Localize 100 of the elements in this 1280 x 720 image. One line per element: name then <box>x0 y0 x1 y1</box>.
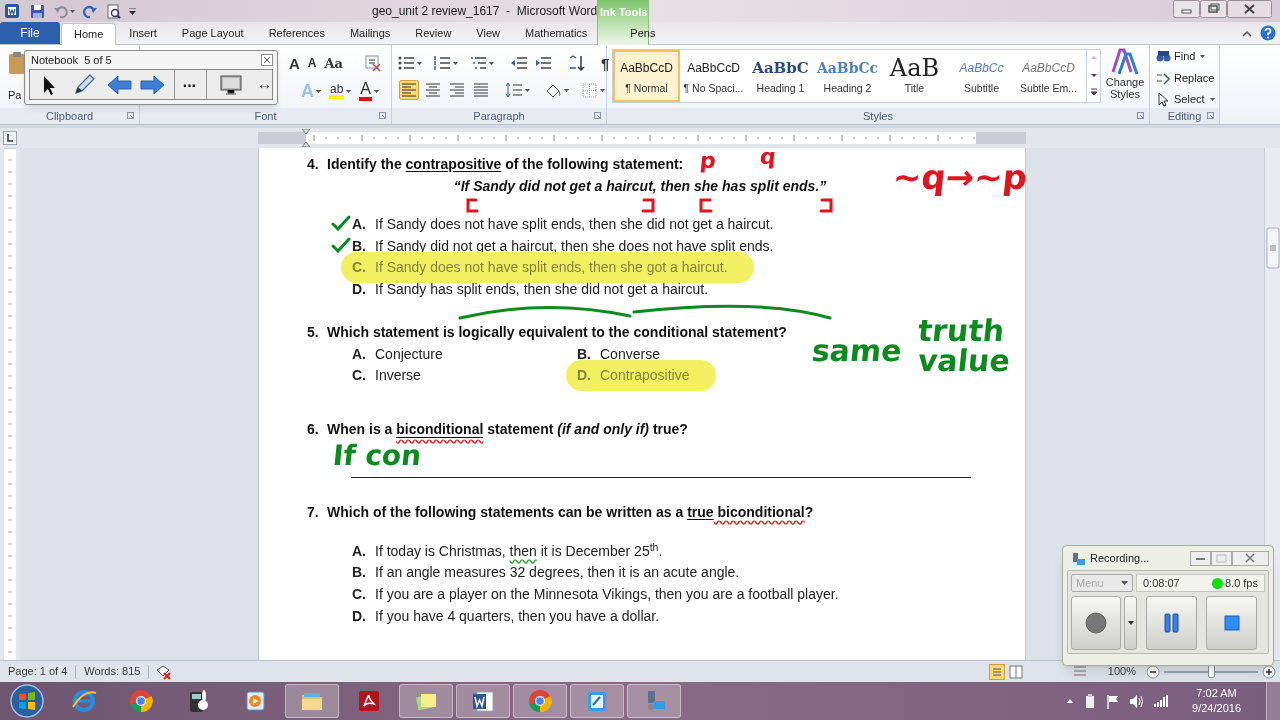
caret-icon[interactable] <box>70 9 75 13</box>
style-gallery-item[interactable]: AaB Title <box>881 50 948 102</box>
style-gallery-item[interactable]: AaBbCc Subtitle <box>948 50 1015 102</box>
word-count[interactable]: Words: 815 <box>76 663 149 680</box>
redo-icon[interactable] <box>83 3 98 19</box>
align-center-button[interactable] <box>423 80 443 100</box>
grow-font-button[interactable]: A <box>288 55 300 71</box>
caret-icon[interactable] <box>417 61 422 65</box>
highlight-button[interactable]: ab <box>328 83 345 99</box>
pause-button[interactable] <box>1146 596 1197 650</box>
dialog-launcher-icon[interactable] <box>379 112 387 120</box>
save-icon[interactable] <box>30 3 45 19</box>
group-label: Clipboard <box>45 108 94 124</box>
help-icon[interactable] <box>1260 25 1276 41</box>
volume-icon[interactable] <box>1129 693 1145 709</box>
collapse-ribbon-icon[interactable] <box>1242 28 1252 38</box>
proofing-icon[interactable] <box>155 663 172 680</box>
caret-icon[interactable] <box>600 88 605 92</box>
caret-icon[interactable] <box>315 89 321 93</box>
network-icon[interactable] <box>1153 694 1170 708</box>
dialog-launcher-icon[interactable] <box>1137 112 1145 120</box>
screen-shade-icon[interactable] <box>219 73 243 96</box>
ribbon-tab[interactable]: Mailings <box>337 22 403 44</box>
forward-arrow-icon[interactable] <box>138 72 166 97</box>
caret-icon[interactable] <box>453 61 458 65</box>
shrink-font-button[interactable]: A <box>307 57 317 69</box>
ribbon-tab[interactable]: File <box>0 22 60 44</box>
reading-view-button[interactable] <box>1007 663 1024 680</box>
ribbon-tab[interactable]: View <box>464 22 512 44</box>
zoom-in-button[interactable] <box>1262 664 1276 679</box>
restore-button[interactable] <box>1200 0 1227 18</box>
paste-icon[interactable] <box>8 51 26 75</box>
dialog-launcher-icon[interactable] <box>127 112 135 120</box>
taskbar-button[interactable] <box>455 684 510 718</box>
increase-indent-icon[interactable] <box>534 55 552 71</box>
style-gallery-item[interactable]: AaBbCc Heading 2 <box>814 50 881 102</box>
clock-date[interactable]: 9/24/2016 <box>1192 701 1241 716</box>
ribbon-tab[interactable]: References <box>256 22 337 44</box>
ribbon-tab[interactable]: Review <box>403 22 464 44</box>
align-right-button[interactable] <box>447 80 467 100</box>
ribbon-tab[interactable]: Home <box>61 23 117 45</box>
multilevel-list-icon[interactable] <box>470 55 487 71</box>
select-button[interactable]: Select <box>1174 91 1205 108</box>
dialog-launcher-icon[interactable] <box>594 112 602 120</box>
print-preview-icon[interactable] <box>106 3 121 19</box>
bullets-icon[interactable] <box>398 55 415 71</box>
elapsed-time: 0:08:07 <box>1143 575 1180 591</box>
replace-button[interactable]: Replace <box>1174 69 1215 86</box>
flag-icon[interactable] <box>1106 693 1121 709</box>
caret-icon[interactable] <box>374 89 379 93</box>
caret-icon[interactable] <box>525 88 530 92</box>
caret-icon[interactable] <box>346 89 352 93</box>
numbering-icon[interactable] <box>434 55 451 71</box>
minimize-button[interactable] <box>1190 550 1211 566</box>
style-gallery-item[interactable]: AaBbCcD Subtle Em... <box>1015 50 1082 102</box>
show-hidden-icons[interactable] <box>1066 697 1075 705</box>
close-icon[interactable] <box>261 54 273 66</box>
close-button[interactable] <box>1232 550 1269 566</box>
caret-icon[interactable] <box>1209 97 1215 101</box>
caret-icon[interactable] <box>564 88 569 92</box>
style-gallery-item[interactable]: AaBbCcD ¶ No Spaci... <box>680 50 747 102</box>
ribbon-tab[interactable]: Page Layout <box>169 22 256 44</box>
change-styles-button[interactable]: Change Styles <box>1103 48 1147 100</box>
more-button[interactable]: ... <box>182 73 197 90</box>
find-button[interactable]: Find <box>1174 48 1196 65</box>
bracket-mark <box>819 198 833 213</box>
change-case-button[interactable]: Aa <box>324 56 343 70</box>
ribbon-tab[interactable]: Mathematics <box>513 22 600 44</box>
zoom-level[interactable]: 100% <box>1107 663 1136 680</box>
clear-formatting-icon[interactable] <box>363 54 381 72</box>
decrease-indent-icon[interactable] <box>510 55 528 71</box>
dialog-launcher-icon[interactable] <box>1207 112 1215 120</box>
minimize-button[interactable] <box>1173 0 1200 18</box>
close-button[interactable] <box>1227 0 1272 18</box>
tab-selector-icon[interactable] <box>3 131 17 145</box>
zoom-out-button[interactable] <box>1146 664 1160 679</box>
line-spacing-icon[interactable] <box>505 82 523 98</box>
clock-time[interactable]: 7:02 AM <box>1196 686 1237 701</box>
pause-icon <box>1164 613 1179 633</box>
record-button[interactable] <box>1071 596 1121 650</box>
sort-icon[interactable] <box>568 55 585 71</box>
font-color-button[interactable]: A <box>359 81 372 101</box>
customize-caret-icon[interactable] <box>129 7 136 15</box>
ribbon-tab[interactable]: Insert <box>117 22 169 44</box>
page-count[interactable]: Page: 1 of 4 <box>0 663 76 680</box>
start-button[interactable] <box>10 684 44 718</box>
shading-icon[interactable] <box>544 82 562 98</box>
stop-button[interactable] <box>1206 596 1257 650</box>
resize-button[interactable]: ↔ <box>257 73 272 96</box>
show-formatting-button[interactable]: ¶ <box>601 55 610 71</box>
back-arrow-icon[interactable] <box>105 72 133 97</box>
answer-line[interactable] <box>351 476 971 478</box>
style-gallery-item[interactable]: AaBbCcD ¶ Normal <box>613 50 680 102</box>
align-justify-button[interactable] <box>471 80 491 100</box>
caret-icon[interactable] <box>1200 54 1206 58</box>
app-icon[interactable] <box>4 3 20 19</box>
style-gallery-item[interactable]: AaBbC Heading 1 <box>747 50 814 102</box>
caret-icon[interactable] <box>489 61 494 65</box>
align-left-button[interactable] <box>399 80 419 100</box>
ribbon-tab[interactable]: Pens <box>624 22 662 44</box>
